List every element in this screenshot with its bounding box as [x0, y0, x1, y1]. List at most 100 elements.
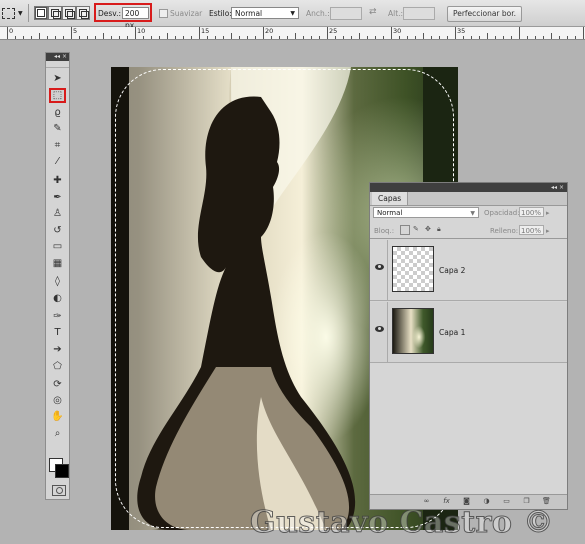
tools-panel-grip[interactable]: [46, 61, 69, 68]
crop-tool-icon[interactable]: ⌗: [49, 138, 66, 153]
add-to-selection-button[interactable]: [48, 6, 62, 20]
ruler-tick: [503, 36, 504, 39]
feather-input[interactable]: 200 px: [122, 7, 149, 30]
eraser-tool-icon[interactable]: ▭: [49, 239, 66, 254]
quick-mask-icon[interactable]: [52, 485, 66, 496]
refine-edge-button[interactable]: Perfeccionar bor.: [447, 6, 522, 22]
3d-rotate-tool-icon[interactable]: ⟳: [49, 377, 66, 392]
ruler-tick: [135, 27, 136, 39]
layer-row-capa-1[interactable]: Capa 1: [370, 302, 567, 363]
ruler-tick: [375, 36, 376, 39]
tool-preset-picker[interactable]: ▼: [2, 5, 24, 21]
lasso-tool-icon[interactable]: ϱ: [49, 105, 66, 120]
ruler-tick: [7, 27, 8, 39]
group-folder-icon[interactable]: ▭: [502, 497, 511, 506]
layer-thumbnail-photo: [392, 308, 434, 354]
opacity-input[interactable]: 100%: [519, 207, 544, 217]
link-layers-icon[interactable]: ∞: [422, 497, 431, 506]
swap-icon[interactable]: ⇄: [369, 7, 377, 17]
width-input[interactable]: [330, 7, 362, 20]
pen-tool-icon[interactable]: ✑: [49, 309, 66, 324]
eye-icon[interactable]: [375, 326, 384, 332]
move-tool-icon[interactable]: ➤: [49, 71, 66, 86]
fill-input[interactable]: 100%: [519, 225, 544, 235]
hand-tool-icon[interactable]: ✋: [49, 409, 66, 424]
ruler-tick: [87, 36, 88, 39]
layers-panel: ◂◂ × Capas Normal ▼ Opacidad: 100% ▸ Blo…: [369, 182, 568, 510]
ruler-tick: [559, 36, 560, 39]
new-layer-icon[interactable]: ❐: [522, 497, 531, 506]
ruler-tick: [511, 36, 512, 39]
ruler-tick: [479, 36, 480, 39]
layer-name: Capa 1: [439, 328, 466, 337]
ruler-tick: [287, 36, 288, 39]
path-selection-tool-icon[interactable]: ➔: [49, 342, 66, 357]
antialias-checkbox[interactable]: [159, 9, 168, 18]
gradient-tool-icon[interactable]: ▦: [49, 256, 66, 271]
height-input[interactable]: [403, 7, 435, 20]
ruler-label: 20: [265, 27, 274, 35]
ruler-tick: [95, 36, 96, 39]
ruler-tick: [391, 27, 392, 39]
width-label: Anch.:: [306, 9, 330, 18]
tools-panel-header[interactable]: ◂◂ ×: [46, 53, 69, 61]
lock-position-icon[interactable]: ✥: [425, 225, 431, 233]
eyedropper-tool-icon[interactable]: ⁄: [49, 154, 66, 169]
ruler-tick: [311, 36, 312, 39]
ruler-tick: [119, 36, 120, 39]
chevron-down-icon[interactable]: ▸: [546, 209, 550, 217]
chevron-down-icon[interactable]: ▸: [546, 227, 550, 235]
ruler-tick: [199, 27, 200, 39]
adjustment-layer-icon[interactable]: ◑: [482, 497, 491, 506]
brush-tool-icon[interactable]: ✒: [49, 190, 66, 205]
layers-panel-header[interactable]: ◂◂ ×: [370, 183, 567, 192]
layer-mask-icon[interactable]: ◙: [462, 497, 471, 506]
ruler-tick: [111, 36, 112, 39]
blend-mode-select[interactable]: Normal ▼: [373, 207, 479, 218]
ruler-tick: [303, 36, 304, 39]
ruler-tick: [215, 36, 216, 39]
ruler-tick: [399, 36, 400, 39]
history-brush-tool-icon[interactable]: ↺: [49, 223, 66, 238]
zoom-tool-icon[interactable]: ⌕: [49, 426, 66, 441]
ruler-tick: [319, 36, 320, 39]
rect-marquee-tool-icon[interactable]: ⬚: [49, 88, 66, 103]
ruler-tick: [327, 27, 328, 39]
ruler-tick: [431, 36, 432, 39]
quick-selection-tool-icon[interactable]: ✎: [49, 121, 66, 136]
delete-layer-icon[interactable]: 🗑︎: [542, 497, 551, 506]
shape-tool-icon[interactable]: ⬠: [49, 359, 66, 374]
layer-thumbnail-transparent: [392, 246, 434, 292]
ruler-tick: [127, 36, 128, 39]
ruler-tick: [567, 36, 568, 39]
fx-icon[interactable]: fx: [442, 497, 451, 506]
3d-orbit-tool-icon[interactable]: ◎: [49, 393, 66, 408]
ruler-tick: [255, 36, 256, 39]
style-select[interactable]: Normal ▼: [231, 7, 299, 19]
dodge-tool-icon[interactable]: ◐: [49, 291, 66, 306]
type-tool-icon[interactable]: T: [49, 325, 66, 340]
ruler-tick: [423, 33, 424, 39]
ruler-tick: [239, 36, 240, 39]
lock-all-icon[interactable]: 🔒︎: [437, 225, 441, 234]
ruler-tick: [247, 36, 248, 39]
ruler-tick: [295, 33, 296, 39]
lock-pixels-icon[interactable]: ✎: [413, 225, 419, 233]
opacity-label: Opacidad:: [484, 209, 520, 217]
blur-tool-icon[interactable]: ◊: [49, 274, 66, 289]
ruler-tick: [551, 33, 552, 39]
background-color-swatch[interactable]: [55, 464, 69, 478]
ruler-tick: [79, 36, 80, 39]
new-selection-button[interactable]: [34, 6, 48, 20]
clone-stamp-tool-icon[interactable]: ♙: [49, 206, 66, 221]
tab-layers[interactable]: Capas: [372, 192, 409, 205]
healing-brush-tool-icon[interactable]: ✚: [49, 173, 66, 188]
lock-transparent-icon[interactable]: [400, 225, 410, 235]
ruler-label: 10: [137, 27, 146, 35]
layer-row-capa-2[interactable]: Capa 2: [370, 240, 567, 301]
ruler-tick: [575, 36, 576, 39]
ruler-tick: [39, 33, 40, 39]
eye-icon[interactable]: [375, 264, 384, 270]
subtract-from-selection-button[interactable]: [62, 6, 76, 20]
intersect-selection-button[interactable]: [76, 6, 90, 20]
